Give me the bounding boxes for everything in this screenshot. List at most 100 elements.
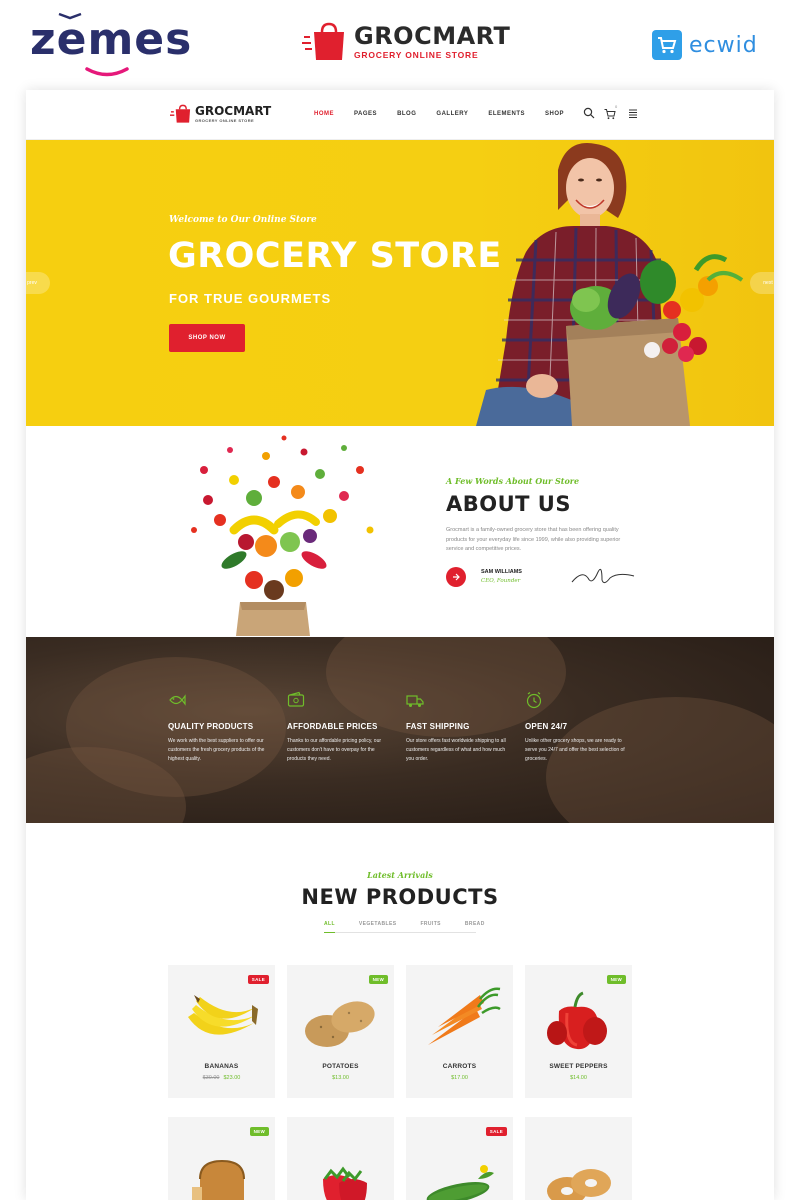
current-price: $17.00 [451, 1075, 468, 1081]
product-price: $17.00 [406, 1075, 513, 1081]
founder-name: SAM WILLIAMS [481, 569, 522, 575]
current-price: $13.00 [332, 1075, 349, 1081]
filter-fruits[interactable]: FRUITS [420, 921, 440, 932]
feature-text: Thanks to our affordable pricing policy,… [287, 738, 382, 762]
products-kicker: Latest Arrivals [367, 870, 433, 880]
cart-button[interactable]: 0 [604, 104, 618, 120]
ecwid-text: ecwid [689, 32, 758, 58]
slider-prev-button[interactable]: prev [26, 272, 50, 294]
cucumber-icon [426, 1165, 494, 1200]
feature-open: OPEN 24/7 Unlike other grocery shops, we… [525, 691, 625, 763]
arrow-right-icon [453, 573, 460, 581]
about-section: A Few Words About Our Store ABOUT US Gro… [26, 426, 774, 637]
wallet-icon [287, 691, 305, 707]
ecwid-cart-icon [652, 30, 682, 60]
potato-icon [305, 1001, 375, 1047]
brand-tagline: GROCERY ONLINE STORE [354, 50, 479, 60]
hero-welcome: Welcome to Our Online Store [169, 215, 317, 225]
shopping-bag-icon [170, 104, 191, 123]
product-name: POTATOES [322, 1063, 359, 1070]
new-badge: NEW [368, 975, 388, 984]
truck-icon [406, 695, 424, 707]
product-card[interactable]: NEW POTATOES $13.00 [287, 965, 394, 1098]
about-text: Grocmart is a family-owned grocery store… [446, 527, 621, 552]
current-price: $14.00 [570, 1075, 587, 1081]
grocmart-promo-logo[interactable]: GROCMART GROCERY ONLINE STORE [302, 22, 510, 62]
zemes-logo[interactable]: zemes [30, 14, 192, 65]
feature-quality: QUALITY PRODUCTS We work with the best s… [168, 691, 268, 763]
about-more-button[interactable] [446, 567, 466, 587]
clock-icon [526, 692, 542, 709]
hero-slider: Welcome to Our Online Store GROCERY STOR… [26, 140, 774, 426]
bagel-icon [547, 1169, 611, 1200]
nav-item-pages[interactable]: PAGES [354, 111, 377, 117]
shopping-bag-icon [302, 22, 344, 60]
products-section: Latest Arrivals NEW PRODUCTS ALL VEGETAB… [26, 823, 774, 1200]
fish-icon [169, 694, 186, 706]
sale-badge: SALE [247, 975, 269, 984]
hero-subtitle: FOR TRUE GOURMETS [169, 291, 332, 306]
pepper-icon [547, 991, 607, 1050]
about-title: ABOUT US [446, 492, 571, 516]
grocery-bag-splash-image [191, 435, 374, 636]
filter-all[interactable]: ALL [324, 921, 335, 933]
product-card[interactable]: SALE [406, 1117, 513, 1200]
product-card[interactable]: CARROTS $17.00 [406, 965, 513, 1098]
features-section: QUALITY PRODUCTS We work with the best s… [26, 637, 774, 823]
product-price: $30.00 $23.00 [168, 1075, 275, 1081]
site-brand-tagline: GROCERY ONLINE STORE [195, 118, 255, 123]
product-filters: ALL VEGETABLES FRUITS BREAD [324, 921, 484, 933]
new-badge: NEW [606, 975, 626, 984]
main-navigation: GROCMART GROCERY ONLINE STORE HOME PAGES… [26, 90, 774, 140]
nav-item-shop[interactable]: SHOP [545, 111, 564, 117]
zemes-smile-icon [85, 67, 129, 77]
founder-role: CEO, Founder [481, 578, 521, 584]
search-icon[interactable] [583, 107, 595, 119]
product-name: BANANAS [204, 1063, 239, 1070]
product-card[interactable] [525, 1117, 632, 1200]
nav-icons: 0 [583, 104, 639, 120]
strawberry-icon [323, 1166, 367, 1200]
nav-menu: HOME PAGES BLOG GALLERY ELEMENTS SHOP [314, 111, 584, 117]
brand-name: GROCMART [354, 22, 511, 50]
carrot-icon [428, 987, 501, 1045]
cart-icon [604, 109, 616, 120]
product-card[interactable]: NEW [168, 1117, 275, 1200]
menu-icon[interactable] [627, 107, 639, 119]
product-price: $13.00 [287, 1075, 394, 1081]
shop-now-button[interactable]: SHOP NOW [169, 324, 245, 352]
new-badge: NEW [249, 1127, 269, 1136]
site-logo[interactable]: GROCMART GROCERY ONLINE STORE [170, 104, 271, 124]
feature-title: AFFORDABLE PRICES [287, 722, 378, 731]
banana-icon [188, 995, 258, 1035]
feature-prices: AFFORDABLE PRICES Thanks to our affordab… [287, 691, 387, 763]
filter-vegetables[interactable]: VEGETABLES [359, 921, 397, 932]
signature-image [571, 568, 635, 584]
feature-title: FAST SHIPPING [406, 722, 470, 731]
feature-title: QUALITY PRODUCTS [168, 722, 254, 731]
feature-text: Our store offers fast worldwide shipping… [406, 738, 506, 762]
feature-title: OPEN 24/7 [525, 722, 568, 731]
nav-item-blog[interactable]: BLOG [397, 111, 416, 117]
products-title: NEW PRODUCTS [301, 885, 499, 909]
product-card[interactable]: NEW SWEET PEPPERS $14.00 [525, 965, 632, 1098]
feature-shipping: FAST SHIPPING Our store offers fast worl… [406, 691, 506, 763]
nav-item-home[interactable]: HOME [314, 111, 334, 117]
about-kicker: A Few Words About Our Store [446, 476, 580, 486]
current-price: $23.00 [223, 1075, 241, 1081]
filter-bread[interactable]: BREAD [465, 921, 485, 932]
product-name: SWEET PEPPERS [549, 1063, 608, 1070]
nav-item-elements[interactable]: ELEMENTS [488, 111, 525, 117]
bread-icon [192, 1159, 245, 1200]
cart-count: 0 [615, 104, 618, 109]
hero-woman-with-groceries-image [476, 143, 744, 426]
product-card[interactable] [287, 1117, 394, 1200]
old-price: $30.00 [202, 1075, 220, 1081]
product-card[interactable]: SALE BANANAS $30.00 $23.00 [168, 965, 275, 1098]
nav-item-gallery[interactable]: GALLERY [436, 111, 468, 117]
ecwid-logo[interactable]: ecwid [652, 30, 758, 60]
promo-header: zemes GROCMART GROCERY ONLINE STORE ecwi… [0, 0, 800, 90]
site-brand-name: GROCMART [195, 104, 272, 118]
feature-text: Unlike other grocery shops, we are ready… [525, 738, 625, 762]
product-name: CARROTS [442, 1063, 477, 1070]
